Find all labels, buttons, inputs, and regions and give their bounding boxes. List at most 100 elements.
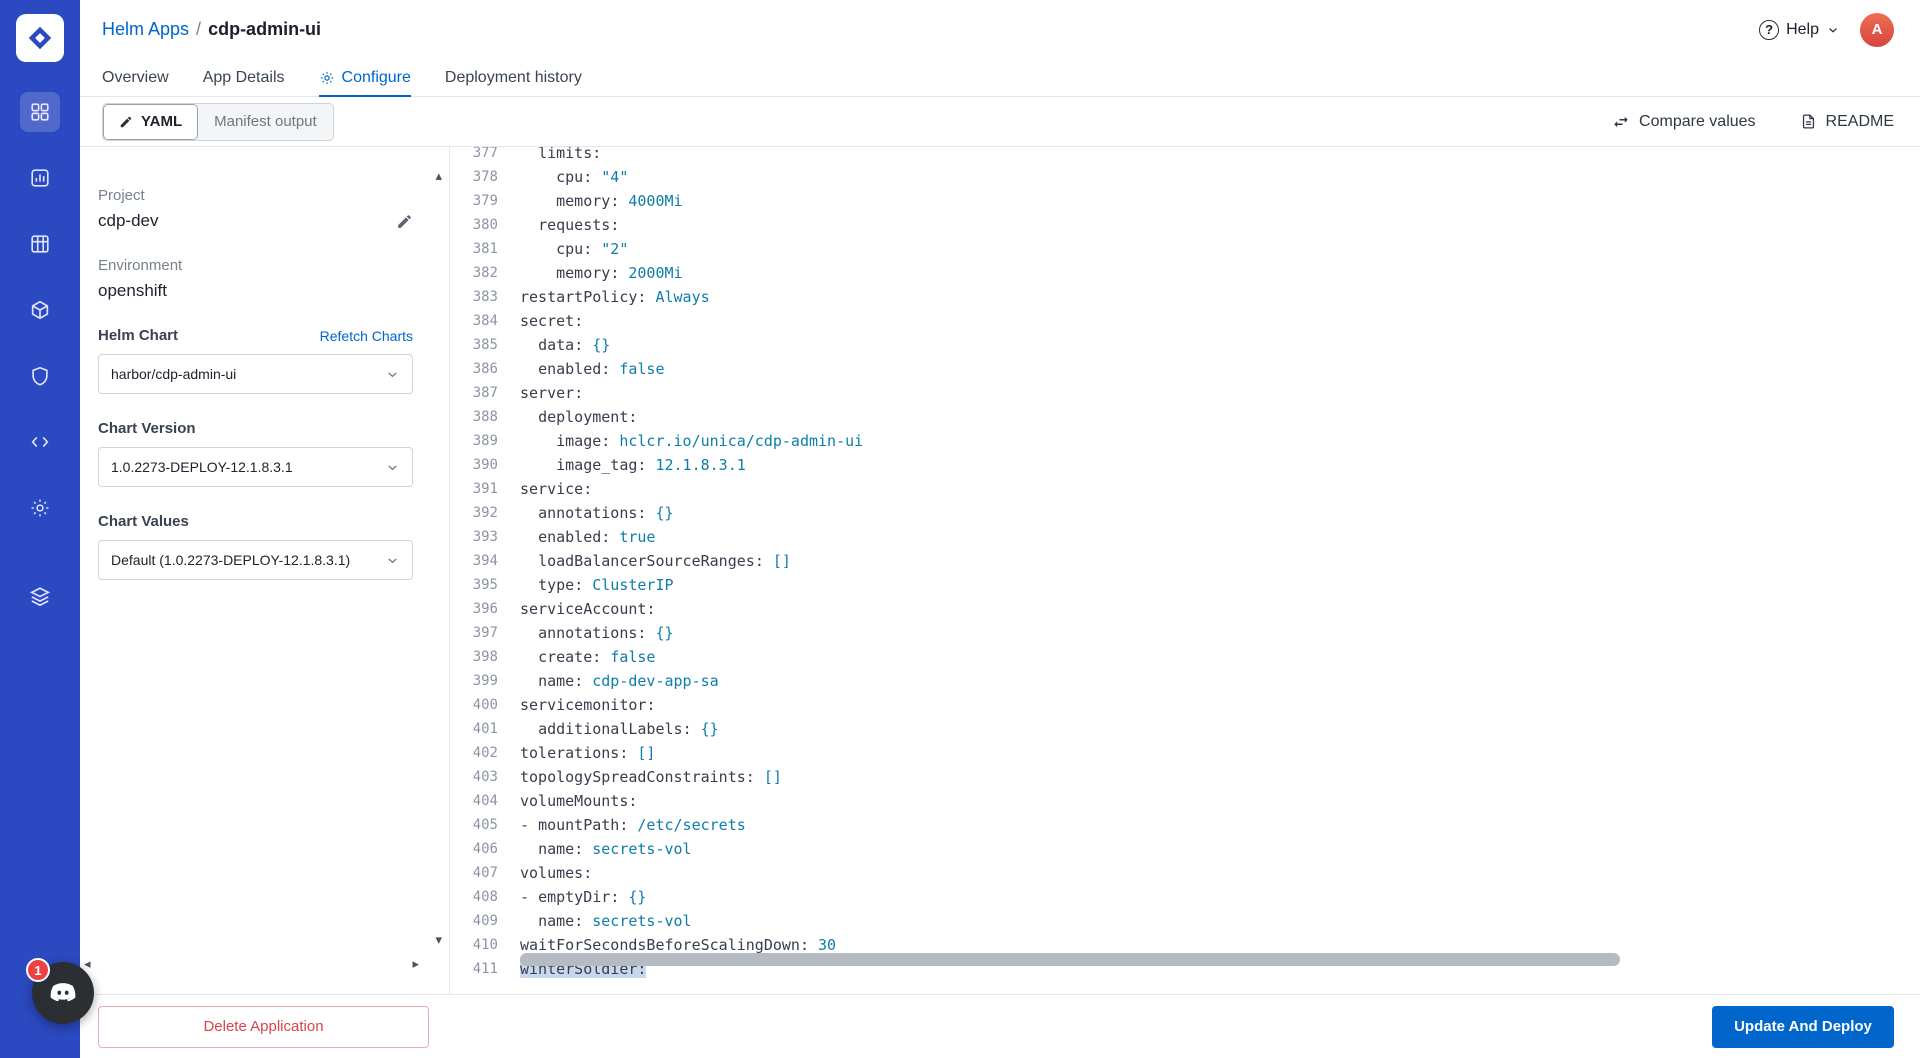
code-line[interactable]: 396 serviceAccount: (450, 597, 1920, 621)
chart-values-select[interactable]: Default (1.0.2273-DEPLOY-12.1.8.3.1) (98, 540, 413, 580)
code-line[interactable]: 389 image: hclcr.io/unica/cdp-admin-ui (450, 429, 1920, 453)
code-line[interactable]: 407 volumes: (450, 861, 1920, 885)
line-number: 391 (472, 481, 498, 497)
tab-overview[interactable]: Overview (102, 59, 169, 96)
chevron-down-icon (1829, 27, 1837, 33)
table-grid-icon (31, 235, 49, 253)
sidebar-item-clusters[interactable] (20, 576, 60, 616)
code-line[interactable]: 398 create: false (450, 645, 1920, 669)
sidebar-item-applications[interactable] (20, 92, 60, 132)
editor-horizontal-scrollbar[interactable] (520, 953, 1620, 966)
readme-button[interactable]: README (1800, 113, 1894, 131)
code-line[interactable]: 399 name: cdp-dev-app-sa (450, 669, 1920, 693)
code-line[interactable]: 380 requests: (450, 213, 1920, 237)
code-line[interactable]: 381 cpu: "2" (450, 237, 1920, 261)
avatar[interactable]: A (1860, 12, 1894, 47)
chart-version-select-value: 1.0.2273-DEPLOY-12.1.8.3.1 (111, 459, 293, 475)
code-line[interactable]: 383 restartPolicy: Always (450, 285, 1920, 309)
code-line[interactable]: 385 data: {} (450, 333, 1920, 357)
line-number: 383 (472, 289, 498, 305)
code-line[interactable]: 382 memory: 2000Mi (450, 261, 1920, 285)
sidebar-item-security[interactable] (20, 356, 60, 396)
sidebar-item-resource-browser[interactable] (20, 422, 60, 462)
sidebar-item-app-groups[interactable] (20, 224, 60, 264)
code-line[interactable]: 404 volumeMounts: (450, 789, 1920, 813)
layers-icon (29, 587, 51, 607)
package-cube-icon (31, 300, 49, 320)
code-line[interactable]: 390 image_tag: 12.1.8.3.1 (450, 453, 1920, 477)
code-line[interactable]: 403 topologySpreadConstraints: [] (450, 765, 1920, 789)
line-number: 384 (472, 313, 498, 329)
environment-value: openshift (98, 281, 167, 300)
sidebar-item-chart-store[interactable] (20, 290, 60, 330)
bar-chart-icon (31, 169, 49, 187)
gear-icon (320, 71, 333, 84)
code-line[interactable]: 378 cpu: "4" (450, 165, 1920, 189)
helm-chart-select[interactable]: harbor/cdp-admin-ui (98, 354, 413, 394)
code-line[interactable]: 394 loadBalancerSourceRanges: [] (450, 549, 1920, 573)
pencil-icon (120, 116, 132, 127)
helm-chart-label: Helm Chart (98, 327, 179, 344)
code-line[interactable]: 402 tolerations: [] (450, 741, 1920, 765)
editor-toolbar-right: Compare values README (1612, 113, 1894, 131)
code-line[interactable]: 401 additionalLabels: {} (450, 717, 1920, 741)
code-line[interactable]: 379 memory: 4000Mi (450, 189, 1920, 213)
devtron-logo-icon (28, 26, 52, 50)
sidebar-item-jobs[interactable] (20, 158, 60, 198)
environment-field: Environment openshift (98, 257, 449, 301)
breadcrumb-helm-apps-link[interactable]: Helm Apps (102, 19, 189, 40)
code-line[interactable]: 384 secret: (450, 309, 1920, 333)
line-number: 385 (472, 337, 498, 353)
tab-deployment-history[interactable]: Deployment history (445, 59, 582, 96)
manifest-output-toggle-button[interactable]: Manifest output (198, 104, 333, 140)
code-icon (31, 436, 49, 448)
yaml-toggle-button[interactable]: YAML (103, 103, 199, 140)
tabbar: Overview App Details Configure Deploymen… (80, 59, 1920, 97)
code-line[interactable]: 387 server: (450, 381, 1920, 405)
yaml-editor[interactable]: 377 limits: 378 cpu: "4" 379 memory: 4000M… (450, 147, 1920, 994)
chart-version-select[interactable]: 1.0.2273-DEPLOY-12.1.8.3.1 (98, 447, 413, 487)
code-line[interactable]: 409 name: secrets-vol (450, 909, 1920, 933)
line-number: 404 (472, 793, 498, 809)
devtron-logo[interactable] (16, 14, 64, 62)
sidebar-item-global-config[interactable] (20, 488, 60, 528)
line-number: 405 (472, 817, 498, 833)
code-line[interactable]: 391 service: (450, 477, 1920, 501)
code-line[interactable]: 388 deployment: (450, 405, 1920, 429)
shield-icon (32, 366, 48, 386)
breadcrumb: Helm Apps / cdp-admin-ui (102, 19, 321, 40)
panel-scroll-left-arrow[interactable]: ◂ (84, 957, 91, 970)
tab-app-details[interactable]: App Details (203, 59, 285, 96)
code-line[interactable]: 395 type: ClusterIP (450, 573, 1920, 597)
configure-content: Project cdp-dev Environment openshift He… (80, 147, 1920, 994)
delete-application-button[interactable]: Delete Application (98, 1005, 429, 1048)
code-line[interactable]: 386 enabled: false (450, 357, 1920, 381)
line-number: 403 (472, 769, 498, 785)
panel-scroll-right-arrow[interactable]: ▸ (412, 957, 419, 970)
refetch-charts-link[interactable]: Refetch Charts (320, 328, 413, 344)
code-line[interactable]: 393 enabled: true (450, 525, 1920, 549)
chart-config-panel: Project cdp-dev Environment openshift He… (80, 147, 450, 994)
compare-swap-icon (1614, 116, 1628, 127)
code-line[interactable]: 392 annotations: {} (450, 501, 1920, 525)
panel-scroll-up-arrow[interactable]: ▴ (435, 169, 442, 182)
code-line[interactable]: 397 annotations: {} (450, 621, 1920, 645)
panel-scroll-down-arrow[interactable]: ▾ (435, 933, 442, 946)
line-number: 401 (472, 721, 498, 737)
code-line[interactable]: 408- emptyDir: {} (450, 885, 1920, 909)
project-field: Project cdp-dev (98, 187, 449, 231)
code-line[interactable]: 400 servicemonitor: (450, 693, 1920, 717)
update-and-deploy-button[interactable]: Update And Deploy (1712, 1005, 1894, 1048)
edit-project-button[interactable] (396, 213, 413, 230)
discord-widget[interactable]: 1 (26, 958, 94, 1024)
help-menu[interactable]: ? Help (1759, 19, 1840, 40)
breadcrumb-separator: / (196, 19, 202, 39)
compare-values-button[interactable]: Compare values (1612, 113, 1756, 131)
editor-toolbar: YAML Manifest output Compare values READ… (80, 97, 1920, 147)
code-line[interactable]: 377 limits: (450, 147, 1920, 165)
code-line[interactable]: 405- mountPath: /etc/secrets (450, 813, 1920, 837)
tab-configure[interactable]: Configure (318, 59, 412, 97)
code-line[interactable]: 406 name: secrets-vol (450, 837, 1920, 861)
line-number: 406 (472, 841, 498, 857)
chart-version-field: Chart Version 1.0.2273-DEPLOY-12.1.8.3.1 (98, 420, 449, 487)
